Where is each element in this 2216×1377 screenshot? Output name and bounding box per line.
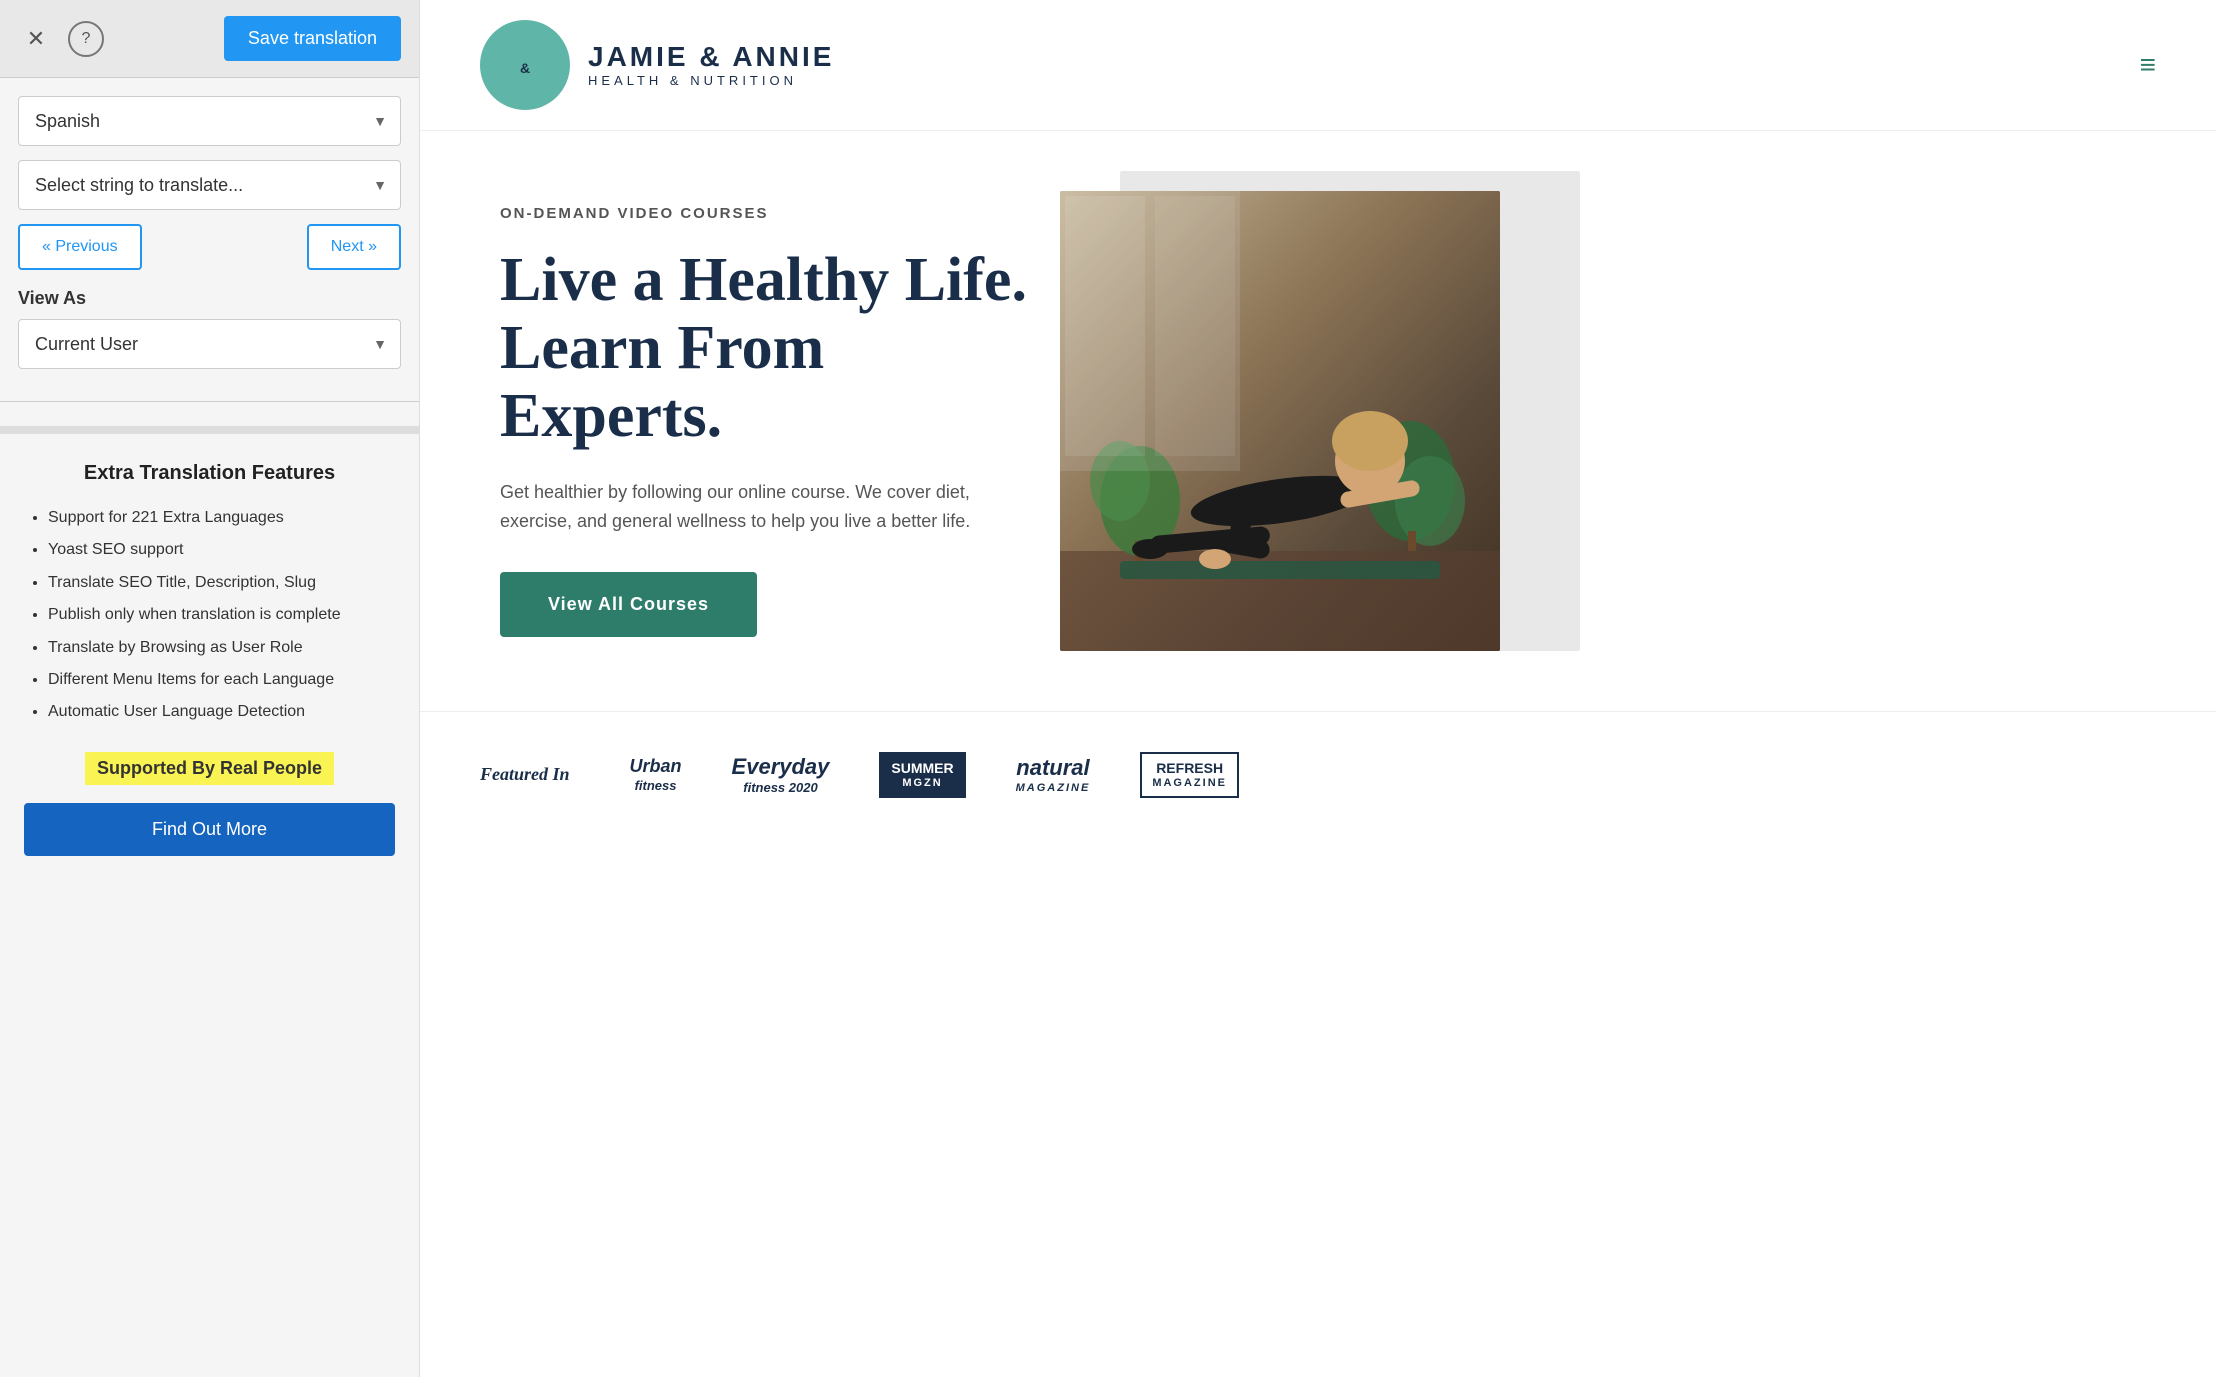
hero-label: ON-DEMAND VIDEO COURSES [500,205,1060,222]
brand-refresh: REFRESH MAGAZINE [1140,752,1239,798]
previous-button[interactable]: « Previous [18,224,142,270]
logo-circle: & [480,20,570,110]
feature-item: Yoast SEO support [48,539,395,561]
feature-item: Publish only when translation is complet… [48,604,395,626]
view-as-section: View As Current User ▼ [0,288,419,401]
brand-urban: Urban fitness [630,756,682,793]
language-select[interactable]: Spanish [18,96,401,146]
feature-item: Translate by Browsing as User Role [48,637,395,659]
hero-image [1060,191,1500,651]
hero-section: ON-DEMAND VIDEO COURSES Live a Healthy L… [420,131,2216,711]
hero-title: Live a Healthy Life. Learn From Experts. [500,246,1060,451]
brand-summer: SUMMER MGZN [879,752,965,798]
supported-text: Supported By Real People [85,752,334,785]
logo-text: JAMIE & ANNIE HEALTH & NUTRITION [588,42,834,88]
logo-area: & JAMIE & ANNIE HEALTH & NUTRITION [480,20,834,110]
divider-1 [0,401,419,402]
view-as-select-wrapper: Current User ▼ [18,319,401,369]
hero-image-area [1060,191,1540,651]
featured-label: Featured In [480,764,570,785]
brand-natural: natural MAGAZINE [1016,755,1091,795]
top-bar: ✕ ? Save translation [0,0,419,78]
panel-controls: Spanish ▼ Select string to translate... … [0,78,419,224]
string-select-wrapper: Select string to translate... ▼ [18,160,401,210]
hero-text: ON-DEMAND VIDEO COURSES Live a Healthy L… [500,205,1060,637]
features-list: Support for 221 Extra Languages Yoast SE… [24,507,395,724]
find-out-more-button[interactable]: Find Out More [24,803,395,856]
yoga-illustration [1060,191,1500,651]
brand-everyday: Everyday fitness 2020 [732,754,830,796]
svg-text:&: & [520,60,530,76]
next-button[interactable]: Next » [307,224,401,270]
feature-item: Translate SEO Title, Description, Slug [48,572,395,594]
extra-features-section: Extra Translation Features Support for 2… [0,434,419,1377]
view-as-label: View As [18,288,401,309]
view-as-select[interactable]: Current User [18,319,401,369]
hero-description: Get healthier by following our online co… [500,478,980,536]
save-translation-button[interactable]: Save translation [224,16,401,61]
hamburger-icon[interactable]: ≡ [2140,49,2156,81]
help-button[interactable]: ? [68,21,104,57]
brand-subtitle: HEALTH & NUTRITION [588,73,834,88]
translation-panel: ✕ ? Save translation Spanish ▼ Select st… [0,0,420,1377]
extra-features-title: Extra Translation Features [24,462,395,485]
string-select[interactable]: Select string to translate... [18,160,401,210]
featured-section: Featured In Urban fitness Everyday fitne… [420,711,2216,838]
brand-logos: Urban fitness Everyday fitness 2020 SUMM… [630,752,2156,798]
feature-item: Different Menu Items for each Language [48,669,395,691]
main-content: & JAMIE & ANNIE HEALTH & NUTRITION ≡ ON-… [420,0,2216,1377]
close-button[interactable]: ✕ [18,21,54,57]
nav-buttons: « Previous Next » [0,224,419,270]
feature-item: Automatic User Language Detection [48,701,395,723]
view-courses-button[interactable]: View All Courses [500,572,757,637]
thick-divider [0,426,419,434]
logo-icon: & [495,35,555,95]
brand-name: JAMIE & ANNIE [588,42,834,73]
feature-item: Support for 221 Extra Languages [48,507,395,529]
site-header: & JAMIE & ANNIE HEALTH & NUTRITION ≡ [420,0,2216,131]
language-select-wrapper: Spanish ▼ [18,96,401,146]
